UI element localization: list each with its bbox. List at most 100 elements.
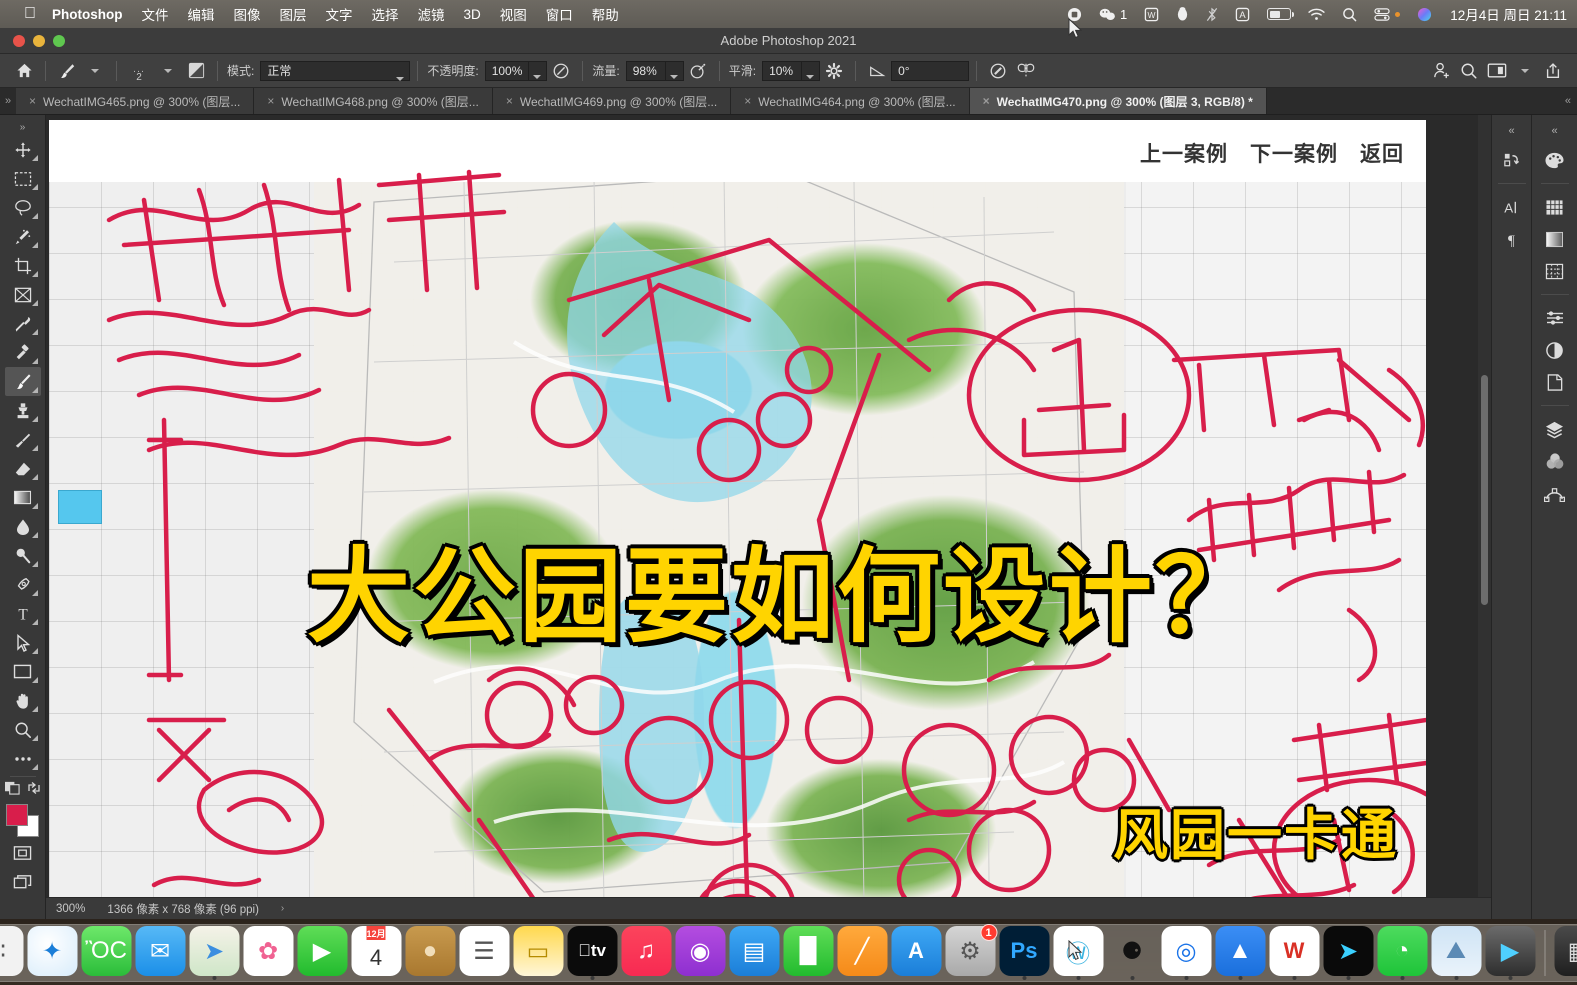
lasso-tool[interactable] <box>5 193 41 222</box>
dock-item-preview[interactable]: ⛰ <box>1431 926 1481 980</box>
gradient-tool[interactable] <box>5 483 41 512</box>
siri-icon[interactable] <box>1417 7 1432 22</box>
wechat-status-icon[interactable]: 1 <box>1099 7 1127 22</box>
dock-item-downloads-folder[interactable]: ▦ <box>1554 926 1577 976</box>
dock-item-music[interactable]: ♫ <box>621 926 671 976</box>
search-icon[interactable] <box>1455 58 1483 84</box>
maximize-window-button[interactable] <box>53 34 65 47</box>
dock-item-notes[interactable]: ▭ <box>513 926 563 976</box>
clone-stamp-tool[interactable] <box>5 396 41 425</box>
back-link[interactable]: 返回 <box>1360 138 1404 168</box>
brush-preset-caret-icon[interactable] <box>81 58 109 84</box>
dock-item-apple-tv[interactable]: tv <box>567 926 617 980</box>
canvas-vertical-scrollbar[interactable] <box>1478 115 1491 897</box>
canvas-scroll-region[interactable]: 上一案例 下一案例 返回 大公园要如何设计？ 风园一卡通 <box>46 115 1491 897</box>
dock-item-photos[interactable]: ✿ <box>243 926 293 976</box>
minimize-window-button[interactable] <box>33 34 45 47</box>
paragraph-panel-icon[interactable]: ¶ <box>1496 224 1528 254</box>
tabs-overflow-left-icon[interactable]: » <box>0 88 16 114</box>
menu-item-layer[interactable]: 图层 <box>280 4 307 24</box>
brush-preset-icon[interactable] <box>53 58 81 84</box>
bluetooth-off-icon[interactable] <box>1206 7 1218 22</box>
dock-item-podcasts[interactable]: ◉ <box>675 926 725 976</box>
color-swatches[interactable] <box>5 804 41 838</box>
brush-size-caret-icon[interactable] <box>154 58 182 84</box>
home-icon[interactable] <box>10 58 38 84</box>
spotlight-search-icon[interactable] <box>1342 7 1357 22</box>
close-tab-icon[interactable]: × <box>29 94 36 108</box>
screen-record-icon[interactable] <box>1067 7 1082 22</box>
expand-panels-icon[interactable]: « <box>1551 123 1557 143</box>
dock-item-messages[interactable]: ὊC <box>81 926 131 976</box>
smoothing-caret-icon[interactable] <box>802 60 821 81</box>
gradients-panel-icon[interactable] <box>1539 224 1571 254</box>
document-tab-469[interactable]: × WechatIMG469.png @ 300% (图层... <box>492 88 732 114</box>
dock-item-facetime[interactable]: ▶ <box>297 926 347 976</box>
menu-item-filter[interactable]: 滤镜 <box>418 4 445 24</box>
blend-mode-select[interactable]: 正常 <box>260 60 411 81</box>
menu-item-image[interactable]: 图像 <box>234 4 261 24</box>
edit-toolbar-tool[interactable] <box>5 744 41 773</box>
dock-item-app-store[interactable]: A <box>891 926 941 976</box>
gear-icon[interactable] <box>820 58 848 84</box>
dock-item-numbers[interactable]: █ <box>783 926 833 976</box>
history-brush-tool[interactable] <box>5 425 41 454</box>
hand-tool[interactable] <box>5 686 41 715</box>
paths-panel-icon[interactable] <box>1539 478 1571 508</box>
rectangle-tool[interactable] <box>5 657 41 686</box>
close-tab-icon[interactable]: × <box>267 94 274 108</box>
swap-colors-icon[interactable] <box>27 781 41 800</box>
dock-item-terminal[interactable]: ➤ <box>1323 926 1373 980</box>
dock-item-bandizip[interactable]: ▲ <box>1215 926 1265 980</box>
eyedropper-tool[interactable] <box>5 309 41 338</box>
libraries-panel-icon[interactable] <box>1539 367 1571 397</box>
dock-item-pages[interactable]: ╱ <box>837 926 887 976</box>
dock-item-mail[interactable]: ✉ <box>135 926 185 976</box>
wps-status-icon[interactable]: W <box>1144 7 1159 22</box>
workspace-caret-icon[interactable] <box>1511 58 1539 84</box>
pen-tool[interactable] <box>5 570 41 599</box>
pressure-size-icon[interactable] <box>984 58 1012 84</box>
magic-wand-tool[interactable] <box>5 222 41 251</box>
dock-item-wechat[interactable]: ◔ <box>1377 926 1427 980</box>
close-tab-icon[interactable]: × <box>983 94 990 108</box>
angle-input[interactable]: 0° <box>891 60 970 81</box>
document-tab-464[interactable]: × WechatIMG464.png @ 300% (图层... <box>731 88 970 114</box>
history-panel-icon[interactable] <box>1496 145 1528 175</box>
flow-caret-icon[interactable] <box>665 60 684 81</box>
screen-mode-icon[interactable] <box>5 838 41 867</box>
symmetry-butterfly-icon[interactable] <box>1012 58 1040 84</box>
dock-item-wps-office[interactable]: W <box>1269 926 1319 980</box>
menu-item-help[interactable]: 帮助 <box>592 4 619 24</box>
zoom-level[interactable]: 300% <box>56 903 85 915</box>
prev-case-link[interactable]: 上一案例 <box>1140 138 1228 168</box>
document-tab-468[interactable]: × WechatIMG468.png @ 300% (图层... <box>254 88 493 114</box>
next-case-link[interactable]: 下一案例 <box>1250 138 1338 168</box>
toolbar-collapse-icon[interactable]: » <box>5 119 41 135</box>
adjustments-panel-icon[interactable] <box>1539 303 1571 333</box>
dock-item-launchpad[interactable]: ∷ <box>0 926 23 976</box>
menu-app-name[interactable]: Photoshop <box>52 7 123 22</box>
dodge-tool[interactable] <box>5 541 41 570</box>
frame-tool[interactable] <box>5 280 41 309</box>
document-canvas[interactable]: 上一案例 下一案例 返回 大公园要如何设计？ 风园一卡通 <box>49 120 1426 897</box>
contrast-panel-icon[interactable] <box>1539 335 1571 365</box>
dock-item-keynote[interactable]: ▤ <box>729 926 779 976</box>
document-tab-470-active[interactable]: × WechatIMG470.png @ 300% (图层 3, RGB/8) … <box>969 88 1267 114</box>
close-tab-icon[interactable]: × <box>506 94 513 108</box>
brush-settings-icon[interactable] <box>182 58 210 84</box>
opacity-input[interactable]: 100% <box>484 60 530 81</box>
dock-item-calendar[interactable]: 12月 4 <box>351 926 401 976</box>
brush-tool[interactable] <box>4 367 41 396</box>
blur-tool[interactable] <box>5 512 41 541</box>
opacity-caret-icon[interactable] <box>529 60 548 81</box>
menubar-clock[interactable]: 12月4日 周日 21:11 <box>1450 4 1567 24</box>
menu-item-window[interactable]: 窗口 <box>546 4 573 24</box>
dock-item-qq[interactable]: ⚈ <box>1107 926 1157 980</box>
menu-item-select[interactable]: 选择 <box>372 4 399 24</box>
swatches-panel-icon[interactable] <box>1539 192 1571 222</box>
menu-item-view[interactable]: 视图 <box>500 4 527 24</box>
eraser-tool[interactable] <box>5 454 41 483</box>
collapse-panels-icon[interactable]: « <box>1508 123 1514 143</box>
zoom-tool[interactable] <box>5 715 41 744</box>
